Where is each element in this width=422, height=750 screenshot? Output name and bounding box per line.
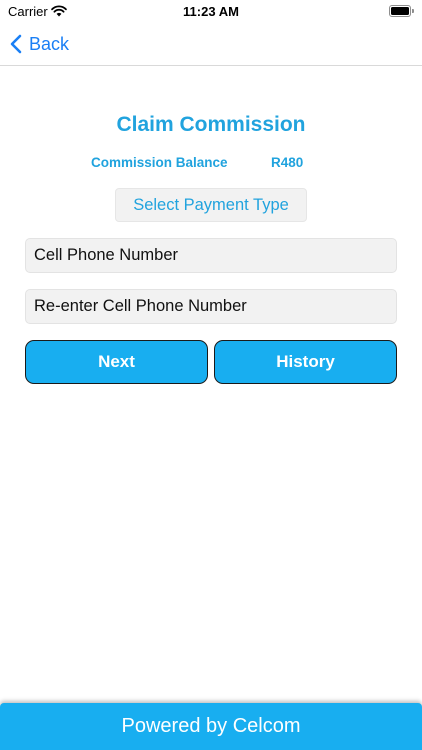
commission-balance-value: R480 — [271, 155, 304, 170]
battery-icon — [389, 5, 414, 17]
powered-by-footer: Powered by Celcom — [0, 703, 422, 750]
reenter-cell-phone-number-field[interactable]: Re-enter Cell Phone Number — [25, 289, 397, 324]
page-title: Claim Commission — [116, 113, 306, 136]
clock: 11:23 AM — [183, 4, 239, 19]
back-label: Back — [29, 33, 70, 54]
next-button[interactable]: Next — [25, 340, 208, 384]
history-button[interactable]: History — [214, 340, 397, 384]
cell-phone-number-field[interactable]: Cell Phone Number — [25, 238, 397, 273]
navigation-bar: Back — [0, 22, 422, 66]
commission-balance-label: Commission Balance — [91, 155, 228, 170]
back-button[interactable]: Back — [10, 31, 69, 57]
payment-type-select[interactable]: Select Payment Type — [115, 188, 307, 222]
status-bar: Carrier 11:23 AM — [0, 0, 422, 22]
chevron-left-icon — [10, 34, 22, 54]
screen: Carrier 11:23 AM Back Claim Commission C… — [0, 0, 422, 750]
